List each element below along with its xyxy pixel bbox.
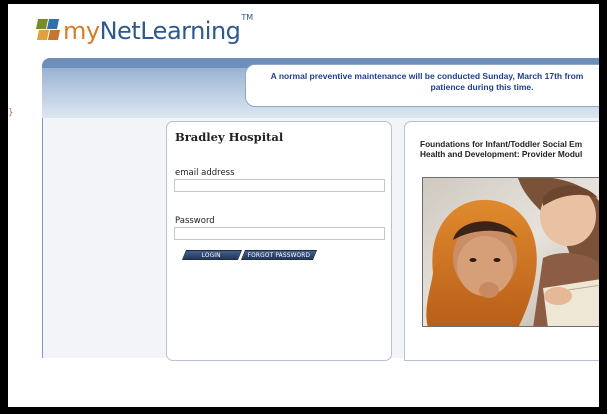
notice-line-2: patience during this time. — [430, 82, 534, 92]
featured-course-panel: Foundations for Infant/Toddler Social Em… — [404, 121, 599, 361]
password-field[interactable] — [174, 227, 385, 240]
page: } my NetLearning TM A normal preventive ma… — [8, 4, 599, 407]
organization-name: Bradley Hospital — [175, 130, 284, 144]
mynetlearning-logo: my NetLearning TM — [35, 12, 254, 46]
login-button[interactable]: LOGIN — [181, 250, 243, 260]
logo-text-netlearning: NetLearning — [99, 17, 241, 45]
left-divider — [42, 118, 43, 358]
edge-marker: } — [8, 108, 14, 118]
logo-squares-icon — [35, 19, 62, 41]
logo-trademark: TM — [241, 13, 254, 22]
login-panel: Bradley Hospital email address Password … — [166, 121, 392, 361]
featured-course-title-line-2: Health and Development: Provider Modul — [420, 149, 583, 159]
email-field[interactable] — [174, 179, 385, 192]
logo-text-my: my — [63, 17, 100, 45]
password-label: Password — [175, 216, 215, 226]
email-label: email address — [175, 168, 235, 178]
featured-course-title[interactable]: Foundations for Infant/Toddler Social Em… — [420, 139, 599, 159]
login-button-label: LOGIN — [202, 253, 222, 259]
featured-course-title-line-1: Foundations for Infant/Toddler Social Em — [420, 139, 583, 149]
maintenance-notice: A normal preventive maintenance will be … — [245, 64, 599, 107]
mother-child-reading-image — [423, 178, 599, 326]
forgot-password-label: FORGOT PASSWORD — [247, 253, 310, 259]
notice-line-1: A normal preventive maintenance will be … — [270, 71, 584, 81]
course-photo[interactable] — [422, 177, 599, 327]
forgot-password-button[interactable]: FORGOT PASSWORD — [240, 250, 318, 260]
